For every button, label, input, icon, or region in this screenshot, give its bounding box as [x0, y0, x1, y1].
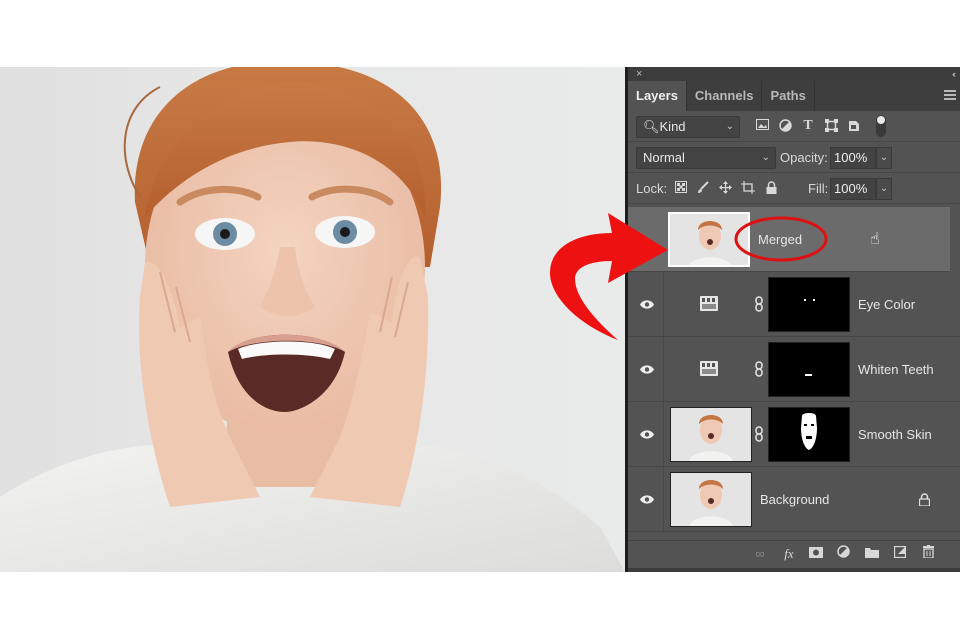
smart-object-filter-icon[interactable]: [847, 119, 861, 133]
panel-tabs: Layers Channels Paths: [628, 81, 960, 111]
portrait-image: [0, 67, 625, 572]
blend-mode-dropdown[interactable]: Normal ⌄: [636, 147, 776, 169]
lock-all-icon[interactable]: [764, 181, 778, 195]
hamburger-menu-icon[interactable]: [944, 90, 956, 100]
opacity-input[interactable]: 100%: [830, 147, 876, 169]
layer-thumbnail: [670, 407, 752, 462]
mask-link-icon[interactable]: [755, 296, 763, 312]
fill-dropdown-button[interactable]: ⌄: [876, 178, 892, 200]
blend-mode-value: Normal: [643, 150, 685, 165]
red-curved-arrow-annotation: [550, 213, 668, 340]
mask-link-icon[interactable]: [755, 426, 763, 442]
fx-icon[interactable]: fx: [781, 545, 797, 563]
visibility-toggle[interactable]: [628, 402, 664, 466]
collapse-panel-icon[interactable]: ‹‹: [952, 67, 956, 81]
levels-adjustment-icon: [700, 296, 718, 311]
layers-bottom-toolbar: ∞ fx: [628, 540, 960, 568]
link-layers-icon[interactable]: ∞: [752, 545, 768, 563]
panel-titlebar: × ‹‹: [628, 67, 960, 81]
eye-icon: [640, 365, 654, 374]
delete-icon[interactable]: [920, 545, 936, 563]
eye-icon: [640, 495, 654, 504]
chevron-down-icon: ⌄: [761, 152, 770, 163]
fill-label: Fill:: [808, 181, 829, 196]
mask-link-icon[interactable]: [755, 361, 763, 377]
visibility-toggle[interactable]: [628, 337, 664, 401]
lock-image-pixels-icon[interactable]: [695, 181, 709, 195]
canvas-photo: [0, 67, 625, 572]
layer-mask-thumbnail: [768, 277, 850, 332]
eye-icon: [640, 430, 654, 439]
lock-artboard-icon[interactable]: [741, 181, 755, 195]
tab-channels[interactable]: Channels: [687, 81, 763, 111]
tab-paths[interactable]: Paths: [762, 81, 815, 111]
layer-name[interactable]: Smooth Skin: [858, 402, 932, 467]
lock-transparent-pixels-icon[interactable]: [674, 181, 688, 195]
hand-cursor-icon: ☝︎: [870, 231, 880, 248]
shape-filter-icon[interactable]: [824, 119, 838, 133]
panel-footer: [628, 568, 960, 572]
adjustment-filter-icon[interactable]: [778, 119, 792, 133]
layer-name[interactable]: Eye Color: [858, 272, 915, 337]
blend-row: Normal ⌄ Opacity: 100% ⌄: [628, 142, 960, 173]
add-mask-icon[interactable]: [808, 545, 824, 563]
lock-label: Lock:: [636, 181, 668, 196]
levels-adjustment-icon: [700, 361, 718, 376]
adjustment-layer-icon[interactable]: [835, 545, 851, 563]
fill-input[interactable]: 100%: [830, 178, 876, 200]
close-panel-icon[interactable]: ×: [636, 67, 642, 81]
type-filter-icon[interactable]: T: [801, 119, 815, 133]
red-circle-annotation: [734, 216, 828, 262]
layer-mask-thumbnail: [768, 407, 850, 462]
image-filter-icon[interactable]: [755, 119, 769, 133]
layer-mask-thumbnail: [768, 342, 850, 397]
layers-list: Merged ☝︎ Eye Color Whiten Teeth Smooth …: [628, 207, 960, 532]
lock-position-icon[interactable]: [718, 181, 732, 195]
opacity-dropdown-button[interactable]: ⌄: [876, 147, 892, 169]
layer-row-merged[interactable]: Merged ☝︎: [628, 207, 950, 272]
layer-thumbnail: [670, 472, 752, 527]
new-group-icon[interactable]: [864, 545, 880, 563]
kind-filter-dropdown[interactable]: 🔍︎Kind ⌄: [636, 116, 740, 138]
tab-layers[interactable]: Layers: [628, 81, 687, 111]
kind-label: Kind: [659, 119, 686, 134]
filter-toggle-switch[interactable]: [876, 115, 886, 137]
layer-name[interactable]: Whiten Teeth: [858, 337, 934, 402]
new-layer-icon[interactable]: [892, 545, 908, 563]
layer-row-eye-color[interactable]: Eye Color: [628, 272, 960, 337]
chevron-down-icon: ⌄: [725, 121, 734, 132]
layer-row-smooth-skin[interactable]: Smooth Skin: [628, 402, 960, 467]
search-icon: 🔍︎: [643, 119, 660, 134]
layer-row-whiten-teeth[interactable]: Whiten Teeth: [628, 337, 960, 402]
opacity-label: Opacity:: [780, 150, 828, 165]
layers-panel: × ‹‹ Layers Channels Paths 🔍︎Kind ⌄ T No…: [625, 67, 960, 572]
layer-lock-icon: [919, 493, 930, 506]
layer-name[interactable]: Background: [760, 467, 829, 532]
lock-row: Lock: Fill: 100% ⌄: [628, 173, 960, 204]
visibility-toggle[interactable]: [628, 467, 664, 531]
layer-row-background[interactable]: Background: [628, 467, 960, 532]
filter-row: 🔍︎Kind ⌄ T: [628, 111, 960, 142]
